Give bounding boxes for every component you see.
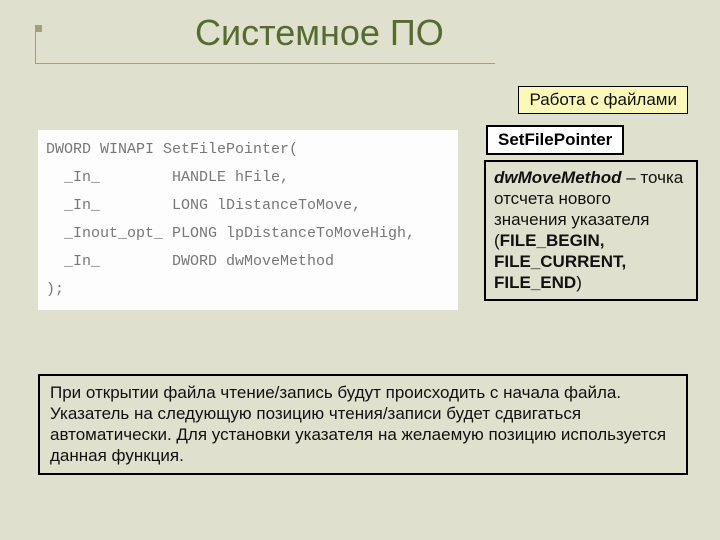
param-close: ) [576,273,582,292]
decorative-corner-square [35,25,42,32]
param-dash: – [622,168,641,187]
function-description-box: При открытии файла чтение/запись будут п… [38,374,688,475]
decorative-vertical-line [35,25,36,63]
param-enum: FILE_BEGIN, FILE_CURRENT, FILE_END [494,231,626,292]
param-name: dwMoveMethod [494,168,622,187]
parameter-description-box: dwMoveMethod – точка отсчета нового знач… [484,160,698,301]
subtitle-box: Работа с файлами [518,86,688,114]
decorative-horizontal-line [35,63,495,64]
slide-title: Системное ПО [195,12,444,54]
code-signature: DWORD WINAPI SetFilePointer( _In_ HANDLE… [46,136,450,304]
code-signature-box: DWORD WINAPI SetFilePointer( _In_ HANDLE… [38,130,458,310]
api-name-box: SetFilePointer [486,125,624,155]
